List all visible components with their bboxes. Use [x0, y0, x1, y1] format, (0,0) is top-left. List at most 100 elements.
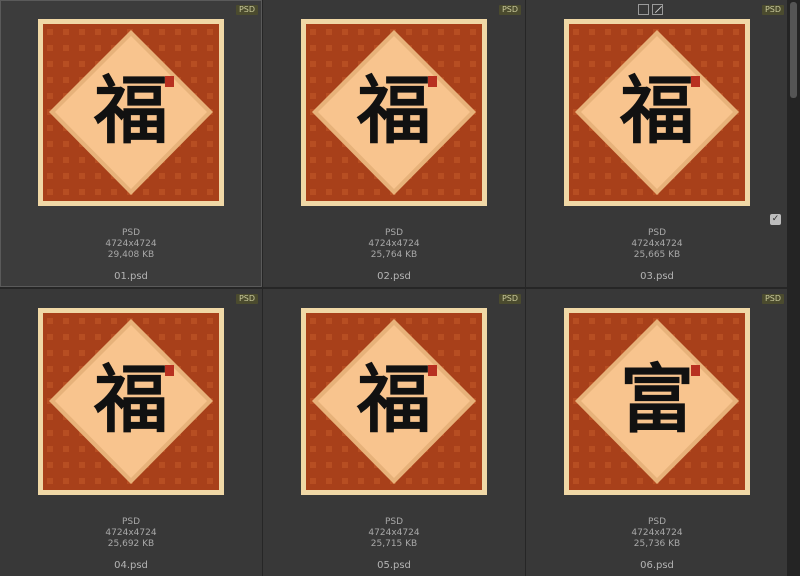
pattern-mark	[47, 446, 53, 452]
pattern-mark	[191, 157, 197, 163]
pattern-mark	[207, 334, 213, 340]
pattern-mark	[454, 29, 460, 35]
thumbnail-card[interactable]: PSD 福 PSD 4724x4724 25,764 KB 02.psd	[263, 0, 525, 287]
pattern-mark	[589, 45, 595, 51]
pattern-mark	[63, 478, 69, 484]
pattern-mark	[733, 61, 739, 67]
pattern-mark	[159, 462, 165, 468]
pattern-mark	[573, 29, 579, 35]
pattern-mark	[717, 29, 723, 35]
pattern-mark	[438, 446, 444, 452]
vertical-scrollbar[interactable]	[787, 0, 800, 576]
pattern-mark	[47, 141, 53, 147]
pattern-mark	[589, 189, 595, 195]
pattern-mark	[175, 350, 181, 356]
checkmark-icon[interactable]: ✓	[770, 214, 781, 225]
calligraphy-glyph: 福	[356, 357, 431, 443]
pattern-mark	[701, 462, 707, 468]
file-type: PSD	[384, 517, 404, 527]
pattern-mark	[143, 189, 149, 195]
seal-stamp	[691, 365, 700, 376]
pattern-mark	[207, 350, 213, 356]
pencil-icon[interactable]	[652, 4, 663, 15]
pattern-mark	[175, 29, 181, 35]
pattern-mark	[159, 189, 165, 195]
thumbnail-grid: PSD 福 PSD 4724x4724 29,408 KB 01.psd PSD…	[0, 0, 788, 576]
pattern-mark	[358, 462, 364, 468]
pattern-mark	[717, 45, 723, 51]
thumbnail-image[interactable]: 福	[301, 308, 487, 495]
pattern-mark	[63, 350, 69, 356]
pattern-mark	[605, 61, 611, 67]
pattern-mark	[589, 173, 595, 179]
file-name[interactable]: 02.psd	[263, 271, 525, 282]
pattern-mark	[63, 334, 69, 340]
thumbnail-image[interactable]: 福	[38, 308, 224, 495]
pattern-mark	[470, 478, 476, 484]
thumbnail-card[interactable]: PSD 富 PSD 4724x4724 25,736 KB 06.psd	[526, 289, 788, 576]
pattern-mark	[454, 189, 460, 195]
thumbnail-card[interactable]: PSD 福 PSD 4724x4724 29,408 KB 01.psd	[0, 0, 262, 287]
pattern-mark	[573, 430, 579, 436]
pattern-mark	[326, 318, 332, 324]
pattern-mark	[207, 189, 213, 195]
pattern-mark	[733, 189, 739, 195]
file-name[interactable]: 01.psd	[0, 271, 262, 282]
thumbnail-card[interactable]: PSD 福 PSD 4724x4724 25,692 KB 04.psd	[0, 289, 262, 576]
seal-stamp	[165, 76, 174, 87]
pattern-mark	[326, 462, 332, 468]
pattern-mark	[605, 462, 611, 468]
pattern-mark	[454, 430, 460, 436]
pattern-mark	[573, 77, 579, 83]
pattern-mark	[310, 93, 316, 99]
pattern-mark	[207, 125, 213, 131]
thumbnail-image[interactable]: 福	[301, 19, 487, 206]
thumbnail-card[interactable]: PSD 福 PSD 4724x4724 25,715 KB 05.psd	[263, 289, 525, 576]
pattern-mark	[326, 350, 332, 356]
pattern-mark	[79, 157, 85, 163]
pattern-mark	[701, 446, 707, 452]
file-type: PSD	[384, 228, 404, 238]
pattern-mark	[111, 318, 117, 324]
file-meta: PSD 4724x4724 25,715 KB	[263, 517, 525, 550]
pattern-mark	[310, 446, 316, 452]
file-size: 25,715 KB	[370, 539, 418, 549]
thumbnail-card[interactable]: PSD 福 PSD 4724x4724 25,665 KB 03.psd	[526, 0, 788, 287]
pattern-mark	[95, 334, 101, 340]
pattern-mark	[438, 462, 444, 468]
pattern-mark	[470, 382, 476, 388]
pattern-mark	[422, 462, 428, 468]
file-name[interactable]: 05.psd	[263, 560, 525, 571]
scrollbar-thumb[interactable]	[790, 2, 797, 98]
pattern-mark	[310, 157, 316, 163]
pattern-mark	[79, 29, 85, 35]
file-meta: PSD 4724x4724 25,764 KB	[263, 228, 525, 261]
thumbnail-image[interactable]: 福	[564, 19, 750, 206]
pattern-mark	[685, 29, 691, 35]
file-name[interactable]: 04.psd	[0, 560, 262, 571]
pattern-mark	[175, 189, 181, 195]
pattern-mark	[733, 29, 739, 35]
pattern-mark	[470, 318, 476, 324]
pattern-mark	[470, 462, 476, 468]
thumbnail-image[interactable]: 福	[38, 19, 224, 206]
file-name[interactable]: 06.psd	[526, 560, 788, 571]
format-badge: PSD	[235, 5, 258, 15]
pattern-mark	[159, 478, 165, 484]
file-name[interactable]: 03.psd	[526, 271, 788, 282]
pattern-mark	[63, 141, 69, 147]
pattern-mark	[422, 29, 428, 35]
pattern-mark	[310, 430, 316, 436]
square-icon[interactable]	[638, 4, 649, 15]
pattern-mark	[589, 462, 595, 468]
thumbnail-image[interactable]: 富	[564, 308, 750, 495]
pattern-mark	[175, 61, 181, 67]
pattern-mark	[191, 45, 197, 51]
pattern-mark	[621, 478, 627, 484]
pattern-mark	[685, 334, 691, 340]
pattern-mark	[326, 173, 332, 179]
pattern-mark	[63, 77, 69, 83]
pattern-mark	[47, 61, 53, 67]
pattern-mark	[685, 45, 691, 51]
pattern-mark	[717, 350, 723, 356]
